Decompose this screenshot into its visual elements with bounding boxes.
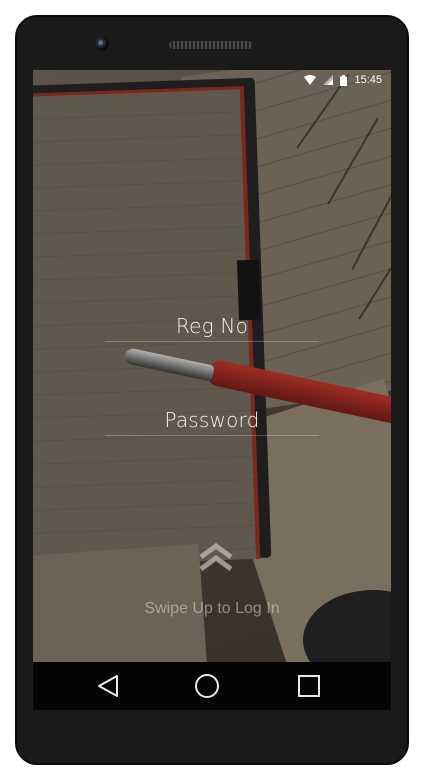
status-time: 15:45 — [354, 74, 382, 86]
reg-no-input[interactable]: Reg No — [105, 310, 319, 342]
password-input[interactable]: Password — [105, 404, 319, 436]
background-photo — [33, 70, 391, 662]
earpiece-speaker — [169, 41, 253, 49]
battery-icon — [340, 74, 348, 86]
back-button[interactable] — [94, 672, 122, 700]
front-camera — [95, 37, 109, 51]
status-bar: 15:45 — [33, 70, 391, 90]
swipe-up-hint: Swipe Up to Log In — [144, 600, 280, 617]
screen: 15:45 Reg No Password Swipe Up to Log In — [33, 70, 391, 710]
recents-button[interactable] — [295, 672, 323, 700]
wifi-icon — [304, 75, 317, 85]
double-chevron-up-icon[interactable] — [198, 542, 234, 572]
back-icon — [98, 675, 118, 697]
home-icon — [195, 674, 219, 698]
home-button[interactable] — [193, 672, 221, 700]
background-dim — [33, 70, 391, 662]
recents-icon — [298, 675, 320, 697]
signal-icon — [323, 75, 334, 85]
navigation-bar — [33, 662, 391, 710]
